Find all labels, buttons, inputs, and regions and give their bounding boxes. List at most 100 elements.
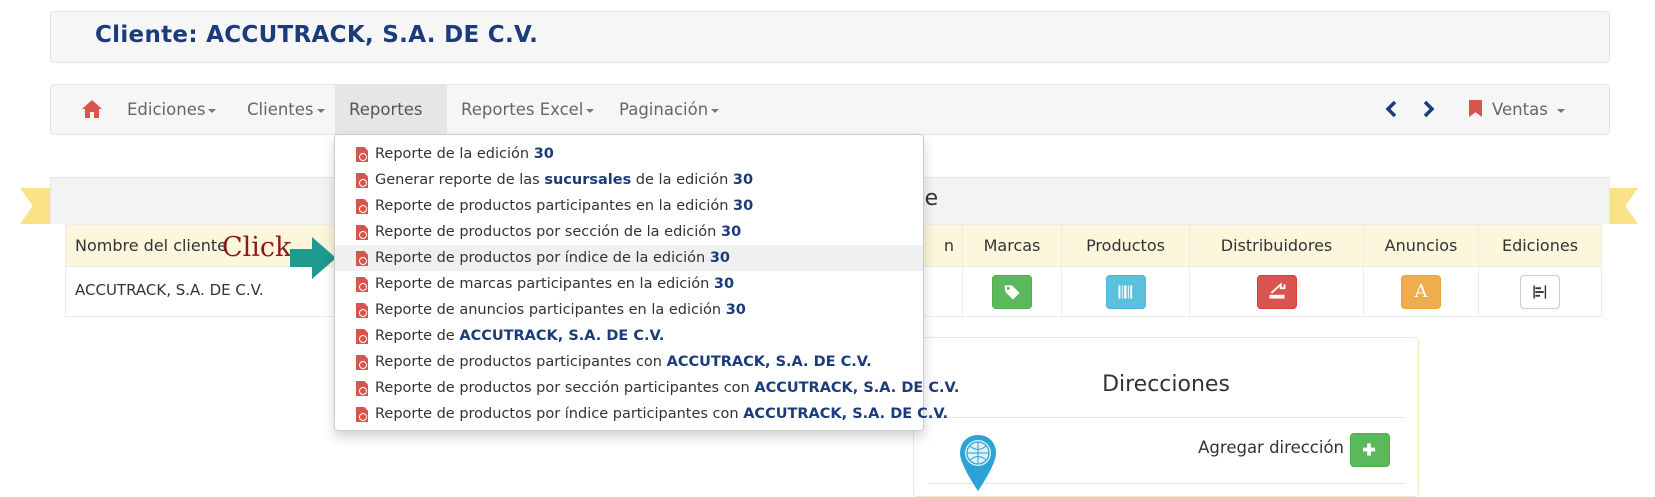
direcciones-title: Direcciones: [1102, 372, 1230, 397]
menu-item-text: Reporte de: [375, 328, 460, 344]
menu-item-productos-seccion-cliente[interactable]: Reporte de productos por sección partici…: [335, 375, 959, 401]
ventas-label: Ventas: [1492, 100, 1548, 119]
caret-down-icon: [208, 108, 217, 113]
menu-item-text: Reporte de productos por sección de la e…: [375, 224, 721, 240]
ediciones-cell: [1478, 266, 1602, 317]
col-productos: Productos: [1061, 224, 1190, 267]
nav-ediciones-label: Ediciones: [127, 100, 206, 119]
menu-item-bold: 30: [709, 250, 731, 266]
menu-item-bold: sucursales: [544, 172, 632, 188]
menu-item-productos-indice-cliente[interactable]: Reporte de productos por índice particip…: [335, 401, 948, 427]
menu-item-text: de la edición: [631, 172, 733, 188]
menu-item-marcas-participantes[interactable]: Reporte de marcas participantes en la ed…: [335, 271, 923, 297]
menu-item-text: Reporte de anuncios participantes en la …: [375, 302, 726, 318]
menu-item-bold: 30: [733, 198, 754, 214]
divider: [928, 483, 1404, 484]
menu-item-text: Reporte de productos por índice de la ed…: [375, 250, 710, 266]
pdf-icon: [356, 199, 368, 214]
menu-item-bold: ACCUTRACK, S.A. DE C.V.: [754, 380, 960, 396]
productos-cell: [1061, 266, 1190, 317]
client-header: Cliente: ACCUTRACK, S.A. DE C.V.: [50, 11, 1610, 63]
menu-item-text: Reporte de productos por sección partici…: [375, 380, 755, 396]
menu-item-text: Reporte de productos participantes con: [375, 354, 667, 370]
map-pin-icon: [960, 435, 996, 491]
col-ediciones: Ediciones: [1478, 224, 1602, 267]
menu-item-text: Reporte de productos por índice particip…: [375, 406, 744, 422]
menu-item-text: Reporte de productos participantes en la…: [375, 198, 734, 214]
menu-item-productos-participantes[interactable]: Reporte de productos participantes en la…: [335, 193, 923, 219]
caret-down-icon: [316, 108, 325, 113]
menu-item-anuncios-participantes[interactable]: Reporte de anuncios participantes en la …: [335, 297, 923, 323]
nav-paginacion-label: Paginación: [619, 100, 709, 119]
menu-item-reporte-edicion[interactable]: Reporte de la edición 30: [335, 141, 923, 167]
nav-paginacion[interactable]: Paginación: [605, 85, 733, 134]
menu-item-reporte-sucursales[interactable]: Generar reporte de las sucursales de la …: [335, 167, 923, 193]
marcas-cell: [962, 266, 1062, 317]
menu-item-productos-cliente[interactable]: Reporte de productos participantes con A…: [335, 349, 923, 375]
distribuidores-button[interactable]: [1256, 274, 1297, 309]
menu-item-text: Reporte de marcas participantes en la ed…: [375, 276, 714, 292]
bookmark-icon: [1469, 100, 1482, 117]
menu-item-bold: 30: [533, 146, 554, 162]
pdf-icon: [356, 355, 368, 370]
share-icon: [1268, 281, 1285, 299]
pdf-icon: [356, 277, 368, 292]
menu-item-bold: 30: [720, 224, 742, 240]
caret-down-icon: [1557, 108, 1566, 113]
anuncios-button[interactable]: A: [1401, 274, 1441, 309]
pdf-icon: [356, 251, 368, 266]
col-marcas: Marcas: [962, 224, 1062, 267]
pdf-icon: [356, 329, 368, 344]
pdf-icon: [356, 147, 368, 162]
add-address-button[interactable]: [1350, 433, 1390, 467]
menu-item-productos-seccion[interactable]: Reporte de productos por sección de la e…: [335, 219, 923, 245]
page-title: Cliente: ACCUTRACK, S.A. DE C.V.: [95, 22, 539, 48]
nav-reportes-excel[interactable]: Reportes Excel: [447, 85, 608, 134]
barcode-icon: [1117, 284, 1132, 299]
menu-item-bold: 30: [725, 302, 746, 318]
caret-down-icon: [586, 108, 595, 113]
pdf-icon: [356, 407, 368, 422]
home-icon[interactable]: [81, 99, 103, 119]
distribuidores-cell: [1189, 266, 1364, 317]
col-anuncios: Anuncios: [1363, 224, 1479, 267]
nav-reportes-label: Reportes: [349, 100, 423, 119]
nav-clientes[interactable]: Clientes: [231, 85, 341, 134]
arrow-right-icon: [290, 237, 336, 279]
plus-icon: [1362, 443, 1376, 456]
col-distribuidores: Distribuidores: [1189, 224, 1364, 267]
divider: [928, 417, 1404, 418]
tags-icon: [1004, 284, 1020, 300]
nav-clientes-label: Clientes: [247, 100, 314, 119]
nav-reportes[interactable]: Reportes: [335, 85, 447, 162]
anuncios-cell: A: [1363, 266, 1479, 317]
agregar-direccion-label: Agregar dirección: [1198, 438, 1344, 457]
menu-item-productos-indice[interactable]: Reporte de productos por índice de la ed…: [335, 245, 923, 271]
navbar: Ediciones Clientes Reportes Reportes Exc…: [50, 84, 1610, 162]
ventas-menu[interactable]: Ventas: [1469, 85, 1566, 134]
nav-ediciones[interactable]: Ediciones: [111, 85, 232, 134]
menu-item-text: Generar reporte de las: [375, 172, 545, 188]
pdf-icon: [356, 225, 368, 240]
nav-reportes-excel-label: Reportes Excel: [461, 100, 584, 119]
menu-item-bold: ACCUTRACK, S.A. DE C.V.: [459, 328, 665, 344]
chevron-right-icon[interactable]: [1420, 99, 1436, 119]
menu-item-bold: ACCUTRACK, S.A. DE C.V.: [666, 354, 872, 370]
menu-item-bold: ACCUTRACK, S.A. DE C.V.: [743, 406, 949, 422]
menu-item-reporte-cliente[interactable]: Reporte de ACCUTRACK, S.A. DE C.V.: [335, 323, 923, 349]
align-icon: [1533, 284, 1547, 299]
menu-item-bold: 30: [713, 276, 735, 292]
caret-down-icon: [711, 108, 720, 113]
ediciones-button[interactable]: [1520, 274, 1560, 309]
direcciones-panel: Direcciones Agregar dirección: [913, 337, 1419, 497]
pdf-icon: [356, 303, 368, 318]
menu-item-bold: 30: [732, 172, 754, 188]
marcas-button[interactable]: [992, 274, 1032, 309]
click-annotation: Click: [222, 232, 292, 263]
menu-item-text: Reporte de la edición: [375, 146, 534, 162]
reportes-dropdown: Reporte de la edición 30 Generar reporte…: [334, 134, 959, 431]
pdf-icon: [356, 173, 368, 188]
chevron-left-icon[interactable]: [1384, 99, 1400, 119]
productos-button[interactable]: [1105, 274, 1146, 309]
pdf-icon: [356, 381, 368, 396]
